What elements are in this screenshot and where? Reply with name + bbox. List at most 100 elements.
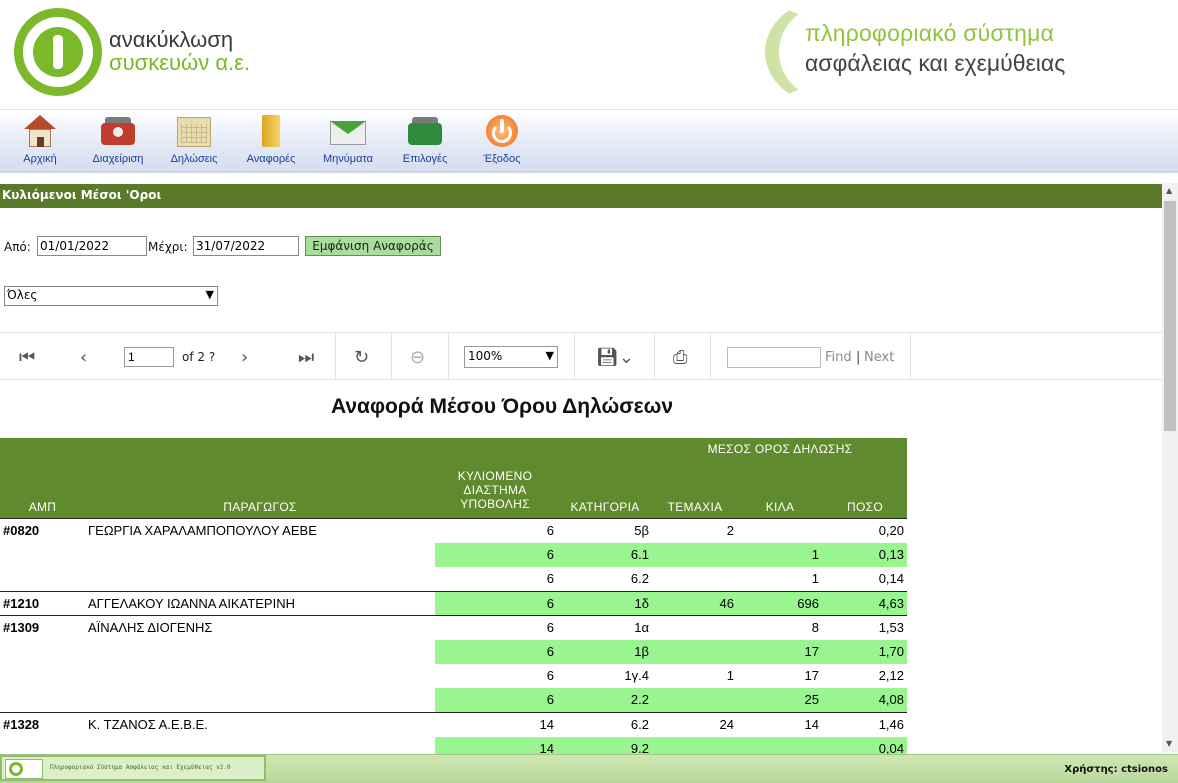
col-interval-line3: ΥΠΟΒΟΛΗΣ	[460, 497, 530, 511]
status-footer: Πληροφοριακό Σύστημα Ασφάλειας και Εχεμύ…	[0, 754, 1178, 783]
from-label: Από:	[4, 240, 31, 254]
next-page-icon[interactable]: ›	[241, 347, 248, 368]
find-input[interactable]	[727, 347, 821, 368]
cell-amp: #1309	[3, 620, 40, 635]
cell-amount: 0,20	[878, 523, 904, 538]
nav-item-exit[interactable]: Έξοδος	[463, 113, 541, 169]
admin-icon	[99, 113, 137, 149]
cell-producer: ΑΓΓΕΛΑΚΟΥ ΙΩΑΝΝΑ ΑΙΚΑΤΕΡΙΝΗ	[88, 596, 295, 611]
last-page-icon[interactable]: ⏭	[298, 347, 314, 368]
cell-interval: 6	[546, 547, 554, 562]
cell-pieces: 2	[726, 523, 734, 538]
cell-amount: 1,70	[878, 644, 904, 659]
cell-category: 6.1	[630, 547, 649, 562]
cell-kilos: 1	[811, 547, 819, 562]
cell-amp: #1210	[3, 596, 40, 611]
cell-category: 1α	[634, 620, 649, 635]
back-icon[interactable]: ⊖	[410, 347, 425, 368]
cell-amount: 1,53	[878, 620, 904, 635]
nav-item-admin[interactable]: Διαχείριση	[79, 113, 157, 169]
zoom-value: 100%	[468, 349, 503, 363]
scroll-down-icon[interactable]: ▼	[1166, 739, 1172, 748]
nav-label: Αρχική	[23, 153, 57, 165]
footer-system-text: Πληροφοριακό Σύστημα Ασφάλειας και Εχεμύ…	[50, 764, 231, 771]
col-kilos: ΚΙΛΑ	[765, 500, 795, 514]
page-number-input[interactable]	[124, 347, 174, 367]
scroll-thumb[interactable]	[1164, 201, 1176, 431]
cell-kilos: 8	[811, 620, 819, 635]
refresh-icon[interactable]: ↻	[354, 347, 369, 368]
main-navigation: Αρχική Διαχείριση Δηλώσεις Αναφορές Μηνύ…	[0, 111, 1178, 173]
cell-interval: 14	[539, 741, 554, 754]
folder-icon	[252, 113, 290, 149]
mail-icon	[329, 113, 367, 149]
nav-label: Διαχείριση	[92, 153, 144, 165]
system-title-line1: πληροφοριακό σύστημα	[805, 20, 1055, 46]
cell-amount: 4,63	[878, 596, 904, 611]
nav-item-declarations[interactable]: Δηλώσεις	[155, 113, 233, 169]
nav-item-messages[interactable]: Μηνύματα	[309, 113, 387, 169]
find-link[interactable]: Find	[825, 350, 852, 365]
col-amount: ΠΟΣΟ	[847, 500, 883, 514]
vertical-scrollbar[interactable]: ▲ ▼	[1162, 183, 1178, 753]
category-select[interactable]: Όλες ▼	[4, 286, 218, 306]
first-page-icon[interactable]: ⏮	[19, 347, 35, 368]
chevron-down-icon: ▼	[545, 349, 554, 362]
cell-kilos: 17	[804, 644, 819, 659]
nav-item-options[interactable]: Επιλογές	[386, 113, 464, 169]
calendar-icon	[175, 113, 213, 149]
nav-item-reports[interactable]: Αναφορές	[232, 113, 310, 169]
print-icon[interactable]: ⎙	[673, 347, 687, 368]
to-date-input[interactable]	[193, 236, 299, 256]
table-row: 6 6.1 1 0,13	[0, 543, 907, 567]
home-icon	[21, 113, 59, 149]
cell-category: 1β	[634, 644, 649, 659]
previous-page-icon[interactable]: ‹	[80, 347, 87, 368]
save-export-icon[interactable]: 💾︎⌄	[596, 347, 634, 368]
cell-interval: 6	[546, 596, 554, 611]
cell-category: 1δ	[634, 596, 649, 611]
current-user-label: Χρήστης: ctsionos	[1064, 764, 1168, 775]
cell-interval: 14	[539, 717, 554, 732]
cell-producer: Κ. ΤΖΑΝΟΣ Α.Ε.Β.Ε.	[88, 717, 208, 732]
cell-kilos: 14	[804, 717, 819, 732]
cell-producer: ΓΕΩΡΓΙΑ ΧΑΡΑΛΑΜΠΟΠΟΥΛΟΥ ΑΕΒΕ	[88, 523, 317, 538]
from-date-input[interactable]	[37, 236, 147, 256]
col-interval-line1: ΚΥΛΙΟΜΕΝΟ	[457, 469, 533, 483]
cell-pieces: 24	[719, 717, 734, 732]
cell-kilos: 1	[811, 571, 819, 586]
cell-category: 6.2	[630, 571, 649, 586]
nav-label: Μηνύματα	[322, 153, 374, 165]
cell-amount: 2,12	[878, 668, 904, 683]
next-link[interactable]: Next	[864, 350, 894, 365]
cell-amount: 1,46	[878, 717, 904, 732]
system-banner: πληροφοριακό σύστημα ασφάλειας και εχεμύ…	[765, 0, 1165, 104]
zoom-select[interactable]: 100% ▼	[464, 346, 558, 368]
col-amp: ΑΜΠ	[28, 500, 57, 514]
cell-amount: 0,04	[878, 741, 904, 754]
table-row: #0820 ΓΕΩΡΓΙΑ ΧΑΡΑΛΑΜΠΟΠΟΥΛΟΥ ΑΕΒΕ 6 5β …	[0, 519, 907, 543]
chevron-down-icon: ▼	[205, 288, 214, 301]
nav-label: Δηλώσεις	[170, 153, 218, 165]
scroll-up-icon[interactable]: ▲	[1166, 186, 1172, 195]
logo-text-line2: συσκευών α.ε.	[109, 50, 251, 75]
cell-interval: 6	[546, 620, 554, 635]
main-content: Κυλιόμενοι Μέσοι 'Οροι Από: Μέχρι: Εμφάν…	[0, 182, 1162, 754]
cell-pieces: 1	[726, 668, 734, 683]
group-header: ΜΕΣΟΣ ΟΡΟΣ ΔΗΛΩΣΗΣ	[707, 442, 853, 456]
cell-kilos: 696	[797, 596, 819, 611]
table-row: 6 1β 17 1,70	[0, 640, 907, 664]
show-report-button[interactable]: Εμφάνιση Αναφοράς	[305, 236, 441, 256]
table-row: #1210 ΑΓΓΕΛΑΚΟΥ ΙΩΑΝΝΑ ΑΙΚΑΤΕΡΙΝΗ 6 1δ 4…	[0, 592, 907, 616]
cell-amp: #1328	[3, 717, 40, 732]
options-icon	[406, 113, 444, 149]
nav-item-home[interactable]: Αρχική	[1, 113, 79, 169]
col-interval-line2: ΔΙΑΣΤΗΜΑ	[463, 483, 527, 497]
col-category: ΚΑΤΗΓΟΡΙΑ	[570, 500, 640, 514]
cell-category: 2.2	[630, 692, 649, 707]
col-interval: ΚΥΛΙΟΜΕΝΟ ΔΙΑΣΤΗΜΑ ΥΠΟΒΟΛΗΣ	[435, 469, 555, 511]
cell-amount: 0,14	[878, 571, 904, 586]
cell-category: 1γ.4	[624, 668, 649, 683]
cell-interval: 6	[546, 692, 554, 707]
nav-label: Επιλογές	[402, 153, 448, 165]
